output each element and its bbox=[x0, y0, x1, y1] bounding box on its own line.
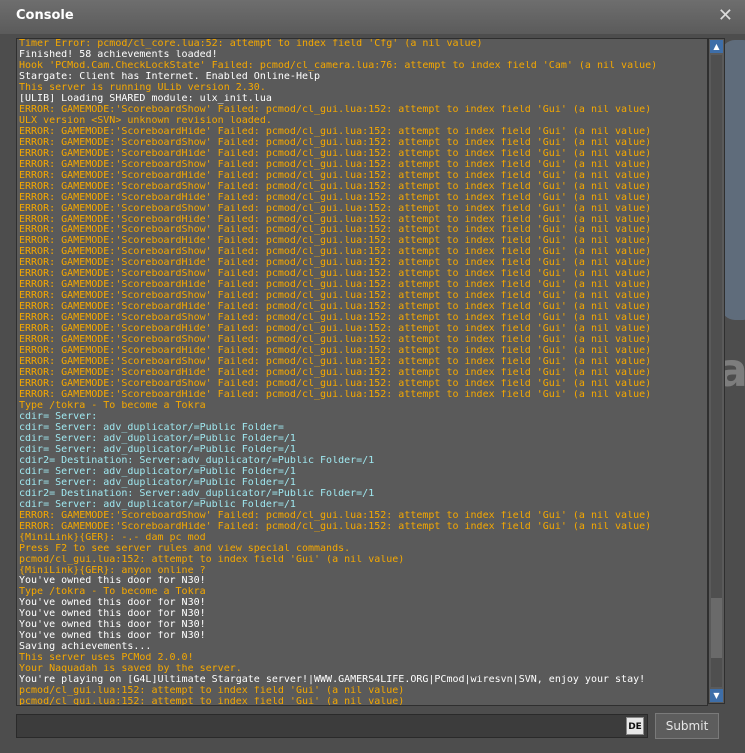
console-line: This server is running ULib version 2.30… bbox=[19, 82, 266, 93]
console-line: Saving achievements... bbox=[19, 642, 152, 653]
command-input[interactable] bbox=[16, 714, 648, 738]
console-line: ERROR: GAMEMODE:'ScoreboardShow' Failed:… bbox=[19, 225, 652, 236]
console-line: {MiniLink}{GER}: -.- dam pc mod bbox=[19, 532, 206, 543]
console-line: ERROR: GAMEMODE:'ScoreboardShow' Failed:… bbox=[19, 203, 652, 214]
console-line: ERROR: GAMEMODE:'ScoreboardHide' Failed:… bbox=[19, 521, 652, 532]
console-line: ERROR: GAMEMODE:'ScoreboardHide' Failed:… bbox=[19, 302, 652, 313]
console-line: This server uses PCMod 2.0.0! bbox=[19, 653, 194, 664]
console-line: pcmod/cl_gui.lua:152: attempt to index f… bbox=[19, 554, 405, 565]
console-line: You've owned this door for N30! bbox=[19, 576, 206, 587]
console-output[interactable]: Timer Error: pcmod/cl_core.lua:52: attem… bbox=[16, 38, 708, 706]
console-line: ERROR: GAMEMODE:'ScoreboardHide' Failed:… bbox=[19, 170, 652, 181]
console-line: Type /tokra - To become a Tokra bbox=[19, 587, 206, 598]
console-line: Timer Error: pcmod/cl_core.lua:52: attem… bbox=[19, 39, 483, 49]
console-line: ULX version <SVN> unknown revision loade… bbox=[19, 115, 272, 126]
console-line: ERROR: GAMEMODE:'ScoreboardHide' Failed:… bbox=[19, 214, 652, 225]
console-line: ERROR: GAMEMODE:'ScoreboardHide' Failed:… bbox=[19, 148, 652, 159]
console-line: ERROR: GAMEMODE:'ScoreboardHide' Failed:… bbox=[19, 236, 652, 247]
console-line: cdir= Server: adv_duplicator/=Public Fol… bbox=[19, 466, 296, 477]
console-line: pcmod/cl_gui.lua:152: attempt to index f… bbox=[19, 686, 405, 697]
scrollbar[interactable]: ▲ ▼ bbox=[708, 38, 725, 704]
console-line: ERROR: GAMEMODE:'ScoreboardShow' Failed:… bbox=[19, 137, 652, 148]
console-line: Hook 'PCMod.Cam.CheckLockState' Failed: … bbox=[19, 60, 658, 71]
console-line: ERROR: GAMEMODE:'ScoreboardHide' Failed:… bbox=[19, 126, 652, 137]
console-line: ERROR: GAMEMODE:'ScoreboardHide' Failed:… bbox=[19, 280, 652, 291]
console-line: Your Naquadah is saved by the server. bbox=[19, 664, 242, 675]
console-line: cdir= Server: adv_duplicator/=Public Fol… bbox=[19, 477, 296, 488]
console-line: ERROR: GAMEMODE:'ScoreboardShow' Failed:… bbox=[19, 269, 652, 280]
console-lines: Timer Error: pcmod/cl_core.lua:52: attem… bbox=[19, 39, 705, 706]
submit-button[interactable]: Submit bbox=[655, 713, 719, 739]
console-line: You're playing on [G4L]Ultimate Stargate… bbox=[19, 675, 646, 686]
console-line: You've owned this door for N30! bbox=[19, 609, 206, 620]
console-line: ERROR: GAMEMODE:'ScoreboardShow' Failed:… bbox=[19, 247, 652, 258]
console-line: ERROR: GAMEMODE:'ScoreboardHide' Failed:… bbox=[19, 390, 652, 400]
console-line: ERROR: GAMEMODE:'ScoreboardShow' Failed:… bbox=[19, 291, 652, 302]
console-line: ERROR: GAMEMODE:'ScoreboardShow' Failed:… bbox=[19, 510, 652, 521]
console-line: cdir= Server: adv_duplicator/=Public Fol… bbox=[19, 444, 296, 455]
console-line: pcmod/cl_gui.lua:152: attempt to index f… bbox=[19, 697, 405, 706]
console-line: ERROR: GAMEMODE:'ScoreboardHide' Failed:… bbox=[19, 368, 652, 379]
console-line: ERROR: GAMEMODE:'ScoreboardShow' Failed:… bbox=[19, 104, 652, 115]
console-line: cdir2= Destination: Server:adv_duplicato… bbox=[19, 488, 375, 499]
console-line: ERROR: GAMEMODE:'ScoreboardHide' Failed:… bbox=[19, 192, 652, 203]
console-line: ERROR: GAMEMODE:'ScoreboardHide' Failed:… bbox=[19, 324, 652, 335]
console-line: ERROR: GAMEMODE:'ScoreboardHide' Failed:… bbox=[19, 346, 652, 357]
console-line: cdir2= Destination: Server:adv_duplicato… bbox=[19, 455, 375, 466]
scroll-track[interactable] bbox=[711, 55, 722, 687]
language-badge: DE bbox=[626, 717, 644, 735]
console-line: {MiniLink}{GER}: anyon online ? bbox=[19, 565, 206, 576]
console-line: You've owned this door for N30! bbox=[19, 598, 206, 609]
console-line: cdir= Server: adv_duplicator/=Public Fol… bbox=[19, 433, 296, 444]
scroll-up-icon[interactable]: ▲ bbox=[710, 40, 723, 53]
console-line: ERROR: GAMEMODE:'ScoreboardShow' Failed:… bbox=[19, 357, 652, 368]
console-line: ERROR: GAMEMODE:'ScoreboardShow' Failed:… bbox=[19, 379, 652, 390]
console-line: cdir= Server: bbox=[19, 411, 98, 422]
console-line: ERROR: GAMEMODE:'ScoreboardShow' Failed:… bbox=[19, 335, 652, 346]
console-line: You've owned this door for N30! bbox=[19, 631, 206, 642]
console-line: ERROR: GAMEMODE:'ScoreboardShow' Failed:… bbox=[19, 313, 652, 324]
console-line: [ULIB] Loading SHARED module: ulx_init.l… bbox=[19, 93, 272, 104]
title-bar[interactable]: Console ✕ bbox=[0, 0, 745, 34]
console-line: ERROR: GAMEMODE:'ScoreboardShow' Failed:… bbox=[19, 159, 652, 170]
console-line: cdir= Server: adv_duplicator/=Public Fol… bbox=[19, 422, 284, 433]
window-title: Console bbox=[16, 8, 74, 23]
console-line: Finished! 58 achievements loaded! bbox=[19, 49, 218, 60]
console-line: You've owned this door for N30! bbox=[19, 620, 206, 631]
console-line: cdir= Server: adv_duplicator/=Public Fol… bbox=[19, 499, 296, 510]
scroll-down-icon[interactable]: ▼ bbox=[710, 689, 723, 702]
console-window: ga Console ✕ Timer Error: pcmod/cl_core.… bbox=[0, 0, 745, 753]
console-line: Press F2 to see server rules and view sp… bbox=[19, 543, 351, 554]
console-line: ERROR: GAMEMODE:'ScoreboardShow' Failed:… bbox=[19, 181, 652, 192]
console-line: Stargate: Client has Internet. Enabled O… bbox=[19, 71, 321, 82]
console-line: Type /tokra - To become a Tokra bbox=[19, 400, 206, 411]
scroll-thumb[interactable] bbox=[711, 598, 722, 659]
console-line: ERROR: GAMEMODE:'ScoreboardHide' Failed:… bbox=[19, 258, 652, 269]
close-icon[interactable]: ✕ bbox=[718, 6, 733, 26]
